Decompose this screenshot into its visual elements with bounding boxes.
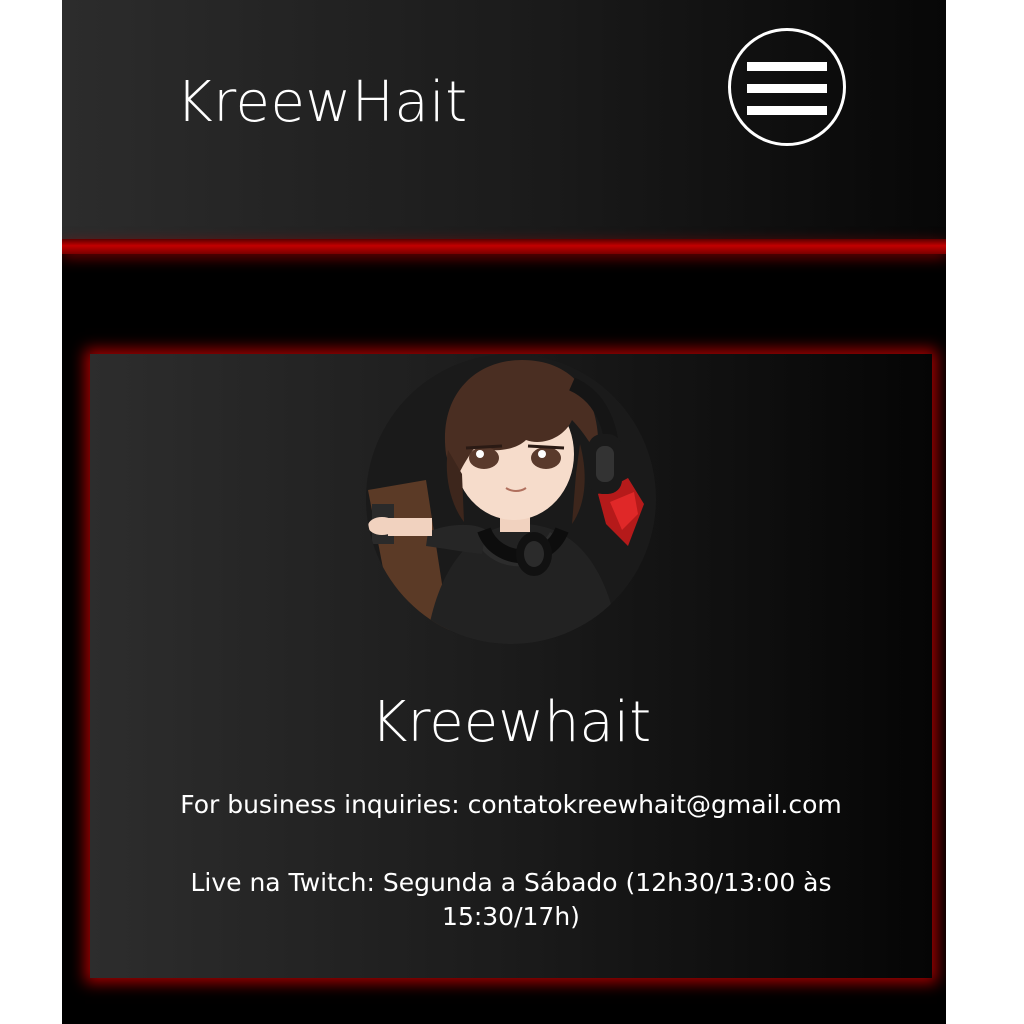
page: KreewHait Kreewhait For business inquiri… [62, 0, 946, 1024]
streamer-name: Kreewhait [370, 690, 652, 755]
avatar [366, 354, 656, 644]
anime-streamer-avatar [366, 354, 656, 644]
stream-schedule-text: Live na Twitch: Segunda a Sábado (12h30/… [190, 868, 832, 931]
profile-card: Kreewhait For business inquiries: contat… [90, 354, 932, 978]
hamburger-menu-button[interactable] [728, 28, 846, 146]
site-header: KreewHait [62, 0, 946, 240]
site-title[interactable]: KreewHait [176, 70, 468, 135]
business-contact-text: For business inquiries: contatokreewhait… [180, 790, 842, 819]
header-divider [62, 239, 946, 254]
